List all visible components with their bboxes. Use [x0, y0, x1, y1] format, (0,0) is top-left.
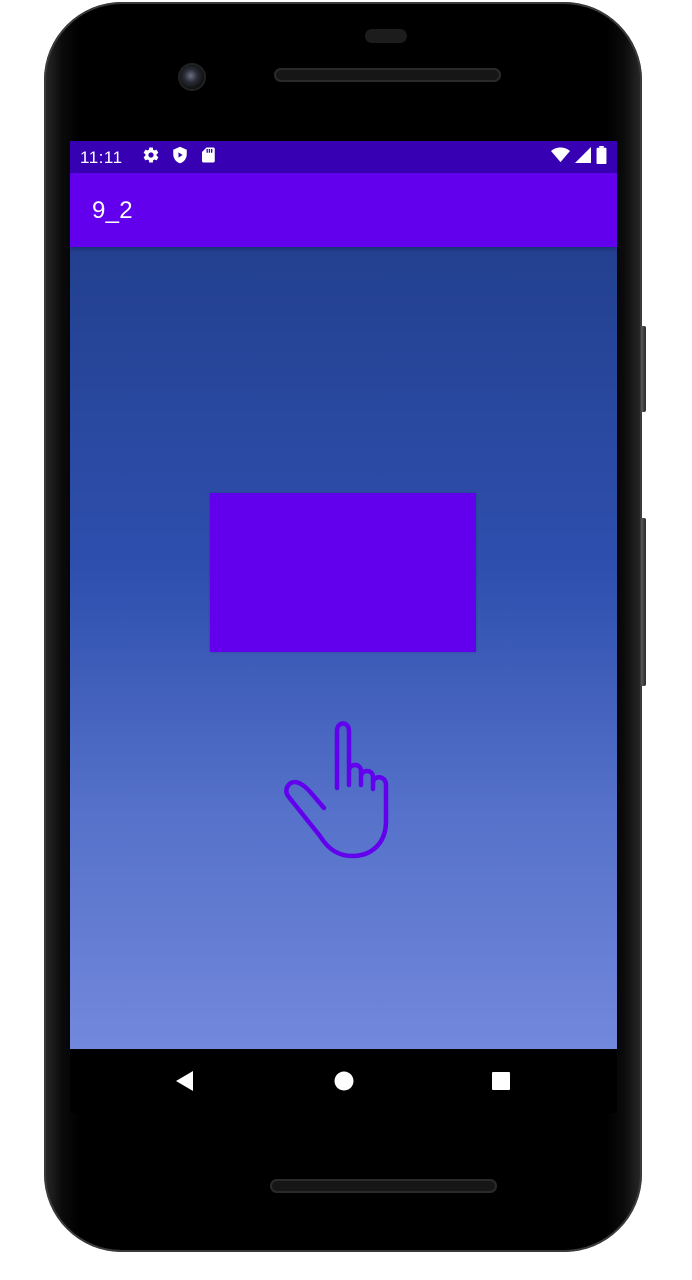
- settings-icon: [142, 146, 160, 169]
- front-camera: [180, 65, 204, 89]
- status-time: 11:11: [80, 148, 123, 167]
- earpiece: [365, 29, 407, 43]
- sd-card-icon: [200, 146, 216, 169]
- back-icon[interactable]: [166, 1063, 202, 1099]
- top-speaker-grille: [274, 68, 501, 82]
- status-notification-icons: [142, 146, 216, 169]
- bottom-speaker-grille: [270, 1179, 497, 1193]
- app-bar: 9_2: [70, 173, 617, 247]
- cell-signal-icon: [575, 146, 591, 168]
- touch-hand-icon: [282, 713, 410, 863]
- shield-icon: [171, 146, 189, 169]
- navigation-bar: [70, 1049, 617, 1113]
- main-content: [70, 247, 617, 1049]
- app-title: 9_2: [92, 197, 133, 224]
- battery-icon: [596, 145, 607, 169]
- touch-target-box[interactable]: [210, 493, 476, 652]
- status-bar: 11:11: [70, 141, 617, 173]
- volume-button: [641, 326, 646, 412]
- power-button: [641, 518, 646, 686]
- status-system-icons: [551, 145, 607, 169]
- recents-icon[interactable]: [483, 1063, 519, 1099]
- wifi-icon: [551, 146, 570, 168]
- home-icon[interactable]: [326, 1063, 362, 1099]
- device-screen: 11:11 9_2: [70, 141, 617, 1049]
